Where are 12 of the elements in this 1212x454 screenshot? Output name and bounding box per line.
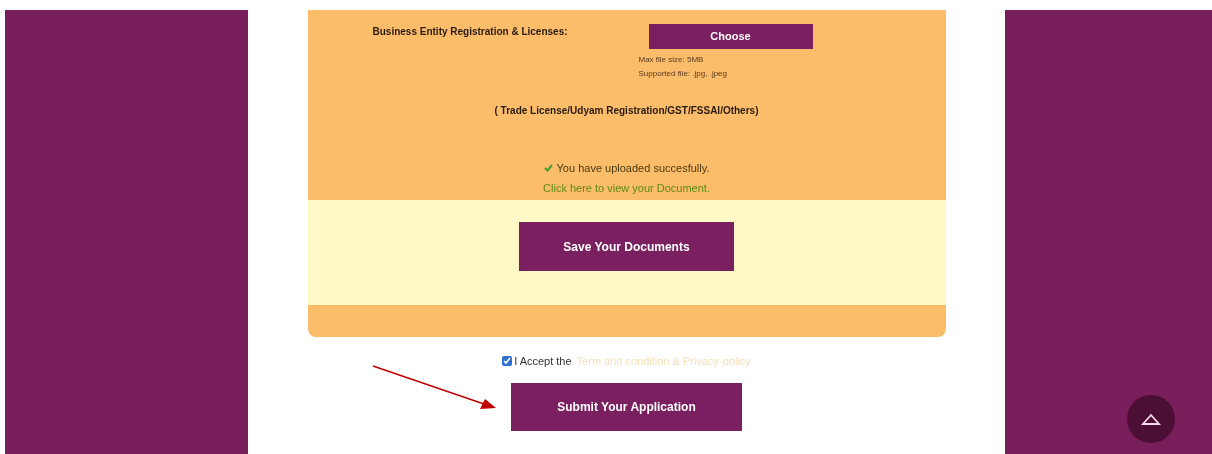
success-message: You have uploaded succesfully.: [556, 161, 710, 176]
file-note: Supported file: .jpg, .jpeg: [638, 68, 727, 80]
check-icon: [543, 164, 553, 173]
document-types-text: ( Trade License/Udyam Registration/GST/FSSAI/Others): [493, 104, 760, 118]
choose-button[interactable]: Choose: [648, 24, 813, 49]
caret-up-icon: [1141, 413, 1161, 425]
save-documents-button[interactable]: Save Your Documents: [519, 222, 734, 271]
file-note: Max file size: 5MB: [638, 54, 705, 66]
accept-text: I Accept the: [514, 354, 572, 369]
upload-label: Business Entity Registration & Licenses:: [372, 25, 568, 39]
accept-checkbox[interactable]: [502, 356, 513, 367]
submit-application-button[interactable]: Submit Your Application: [511, 382, 742, 431]
